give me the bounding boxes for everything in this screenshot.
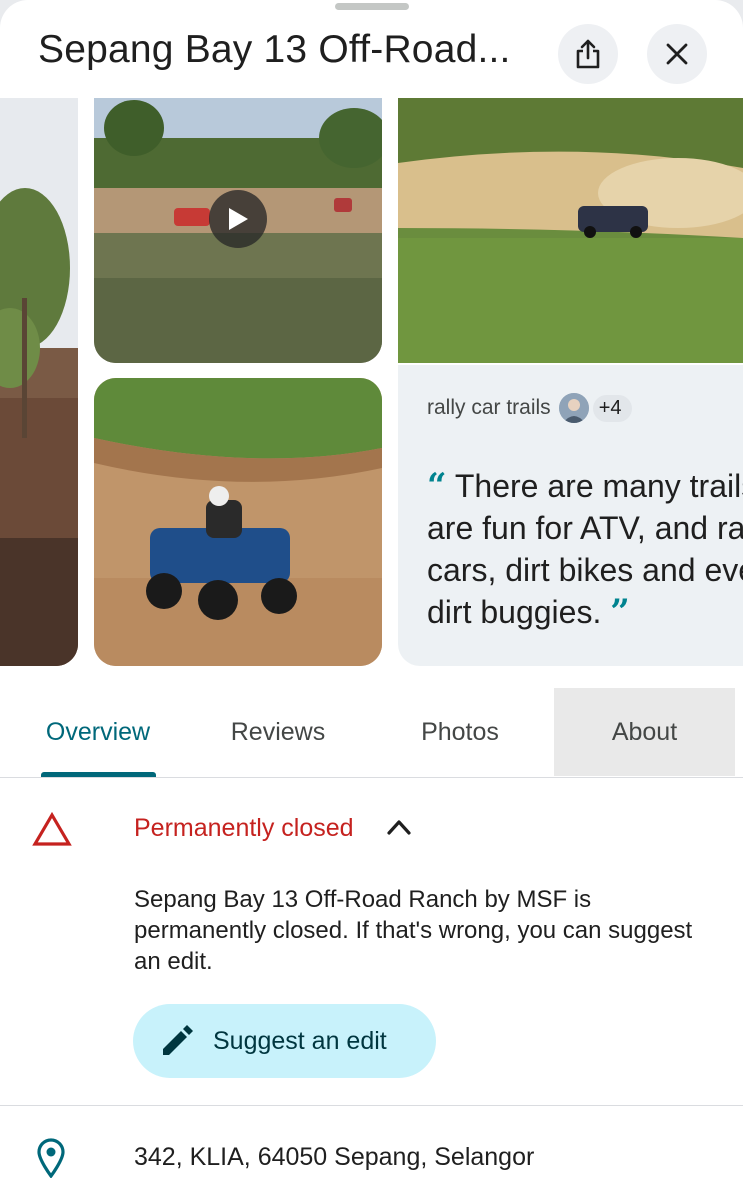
pencil-icon [163,1025,193,1055]
active-tab-indicator [41,772,156,777]
close-button[interactable] [647,24,707,84]
location-pin-icon [37,1138,65,1178]
photo-rally-car[interactable] [398,98,743,363]
open-quote-icon: “ [427,466,447,506]
review-tag-row: rally car trails +4 [427,393,632,423]
place-sheet: Sepang Bay 13 Off-Road... rally car trai… [0,0,743,1200]
reviewer-avatar [558,393,589,423]
suggest-edit-label: Suggest an edit [213,1026,387,1055]
address-text[interactable]: 342, KLIA, 64050 Sepang, Selangor [134,1143,534,1172]
suggest-edit-button[interactable]: Suggest an edit [133,1004,436,1078]
play-button[interactable] [209,190,267,248]
tab-photos[interactable]: Photos [382,688,538,776]
photo-gallery[interactable]: rally car trails +4 “ There are many tra… [0,98,743,668]
warning-triangle-icon [32,811,72,846]
review-snippet-card[interactable]: rally car trails +4 “ There are many tra… [398,365,743,666]
photo-trees[interactable] [0,98,78,666]
share-button[interactable] [558,24,618,84]
play-icon [229,208,248,230]
photo-video-cars[interactable] [94,98,382,363]
review-tag: rally car trails [427,396,551,419]
place-title: Sepang Bay 13 Off-Road... [38,28,511,71]
reviewer-count-badge: +4 [592,394,632,422]
close-icon [666,43,688,65]
permanently-closed-label[interactable]: Permanently closed [134,814,354,843]
close-quote-icon: ” [610,592,630,632]
review-quote: “ There are many trails that are fun for… [427,465,743,633]
tab-overview[interactable]: Overview [20,688,176,776]
drag-handle[interactable] [335,3,409,10]
share-icon [576,39,600,69]
closed-message: Sepang Bay 13 Off-Road Ranch by MSF is p… [134,886,693,975]
tab-about[interactable]: About [554,688,735,776]
review-quote-text: There are many trails that are fun for A… [427,468,743,630]
chevron-up-icon[interactable] [386,818,412,836]
photo-atv[interactable] [94,378,382,666]
tab-reviews[interactable]: Reviews [200,688,356,776]
section-divider [0,1105,743,1106]
tab-bar: Overview Reviews Photos About [0,688,743,778]
